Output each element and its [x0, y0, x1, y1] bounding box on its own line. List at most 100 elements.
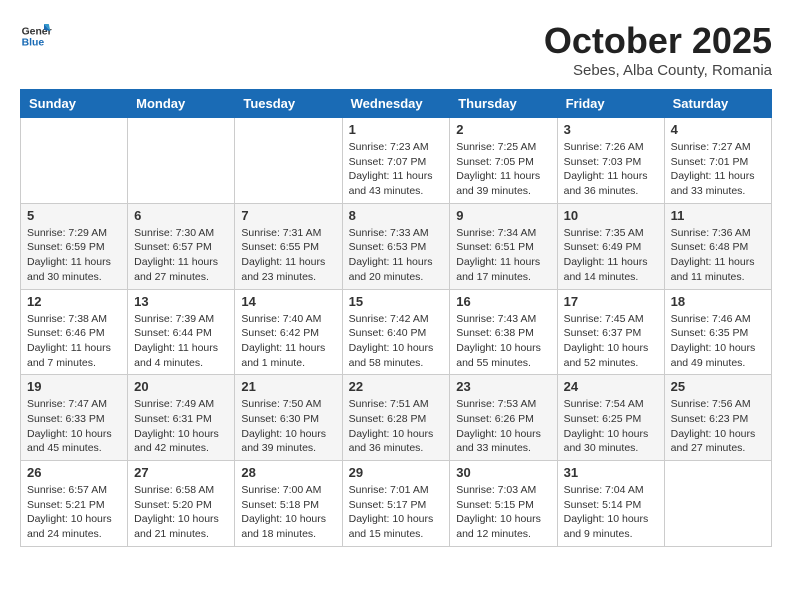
day-cell: 25 Sunrise: 7:56 AM Sunset: 6:23 PM Dayli…: [664, 375, 771, 461]
week-row-5: 26 Sunrise: 6:57 AM Sunset: 5:21 PM Dayli…: [21, 461, 772, 547]
day-number: 29: [349, 465, 444, 480]
week-row-3: 12 Sunrise: 7:38 AM Sunset: 6:46 PM Dayli…: [21, 289, 772, 375]
day-info: Sunrise: 7:40 AM Sunset: 6:42 PM Dayligh…: [241, 312, 335, 371]
day-info: Sunrise: 7:53 AM Sunset: 6:26 PM Dayligh…: [456, 397, 550, 456]
day-cell: 30 Sunrise: 7:03 AM Sunset: 5:15 PM Dayli…: [450, 461, 557, 547]
weekday-header-wednesday: Wednesday: [342, 90, 450, 118]
day-cell: 29 Sunrise: 7:01 AM Sunset: 5:17 PM Dayli…: [342, 461, 450, 547]
day-number: 18: [671, 294, 765, 309]
day-number: 25: [671, 379, 765, 394]
day-cell: 11 Sunrise: 7:36 AM Sunset: 6:48 PM Dayli…: [664, 203, 771, 289]
day-cell: 12 Sunrise: 7:38 AM Sunset: 6:46 PM Dayli…: [21, 289, 128, 375]
day-info: Sunrise: 7:01 AM Sunset: 5:17 PM Dayligh…: [349, 483, 444, 542]
day-number: 22: [349, 379, 444, 394]
month-title: October 2025: [544, 20, 772, 62]
day-number: 26: [27, 465, 121, 480]
day-info: Sunrise: 7:46 AM Sunset: 6:35 PM Dayligh…: [671, 312, 765, 371]
day-info: Sunrise: 7:00 AM Sunset: 5:18 PM Dayligh…: [241, 483, 335, 542]
day-cell: 10Sunrise: 7:35 AM Sunset: 6:49 PM Dayli…: [557, 203, 664, 289]
day-number: 2: [456, 122, 550, 137]
day-number: 4: [671, 122, 765, 137]
day-cell: 24 Sunrise: 7:54 AM Sunset: 6:25 PM Dayli…: [557, 375, 664, 461]
location-title: Sebes, Alba County, Romania: [544, 62, 772, 79]
day-info: Sunrise: 7:31 AM Sunset: 6:55 PM Dayligh…: [241, 226, 335, 285]
day-cell: 26 Sunrise: 6:57 AM Sunset: 5:21 PM Dayli…: [21, 461, 128, 547]
day-number: 17: [564, 294, 658, 309]
day-info: Sunrise: 7:38 AM Sunset: 6:46 PM Dayligh…: [27, 312, 121, 371]
day-cell: 9 Sunrise: 7:34 AM Sunset: 6:51 PM Daylig…: [450, 203, 557, 289]
day-info: Sunrise: 7:49 AM Sunset: 6:31 PM Dayligh…: [134, 397, 228, 456]
day-cell: 14Sunrise: 7:40 AM Sunset: 6:42 PM Dayli…: [235, 289, 342, 375]
day-info: Sunrise: 7:04 AM Sunset: 5:14 PM Dayligh…: [564, 483, 658, 542]
day-number: 30: [456, 465, 550, 480]
day-number: 5: [27, 208, 121, 223]
day-number: 21: [241, 379, 335, 394]
day-number: 8: [349, 208, 444, 223]
day-info: Sunrise: 7:42 AM Sunset: 6:40 PM Dayligh…: [349, 312, 444, 371]
day-info: Sunrise: 7:33 AM Sunset: 6:53 PM Dayligh…: [349, 226, 444, 285]
day-info: Sunrise: 7:30 AM Sunset: 6:57 PM Dayligh…: [134, 226, 228, 285]
day-cell: 1Sunrise: 7:23 AM Sunset: 7:07 PM Daylig…: [342, 118, 450, 204]
day-number: 15: [349, 294, 444, 309]
day-number: 9: [456, 208, 550, 223]
day-cell: 8 Sunrise: 7:33 AM Sunset: 6:53 PM Daylig…: [342, 203, 450, 289]
day-info: Sunrise: 7:43 AM Sunset: 6:38 PM Dayligh…: [456, 312, 550, 371]
day-number: 16: [456, 294, 550, 309]
day-number: 13: [134, 294, 228, 309]
day-cell: 5 Sunrise: 7:29 AM Sunset: 6:59 PM Daylig…: [21, 203, 128, 289]
day-number: 11: [671, 208, 765, 223]
day-info: Sunrise: 7:03 AM Sunset: 5:15 PM Dayligh…: [456, 483, 550, 542]
day-cell: 7 Sunrise: 7:31 AM Sunset: 6:55 PM Daylig…: [235, 203, 342, 289]
day-cell: 3Sunrise: 7:26 AM Sunset: 7:03 PM Daylig…: [557, 118, 664, 204]
day-info: Sunrise: 6:57 AM Sunset: 5:21 PM Dayligh…: [27, 483, 121, 542]
day-info: Sunrise: 7:35 AM Sunset: 6:49 PM Dayligh…: [564, 226, 658, 285]
day-info: Sunrise: 7:39 AM Sunset: 6:44 PM Dayligh…: [134, 312, 228, 371]
day-cell: 20 Sunrise: 7:49 AM Sunset: 6:31 PM Dayli…: [128, 375, 235, 461]
calendar-table: SundayMondayTuesdayWednesdayThursdayFrid…: [20, 89, 772, 547]
weekday-header-friday: Friday: [557, 90, 664, 118]
day-number: 12: [27, 294, 121, 309]
page-header: General Blue October 2025 Sebes, Alba Co…: [20, 20, 772, 79]
weekday-header-monday: Monday: [128, 90, 235, 118]
day-info: Sunrise: 7:29 AM Sunset: 6:59 PM Dayligh…: [27, 226, 121, 285]
day-info: Sunrise: 7:27 AM Sunset: 7:01 PM Dayligh…: [671, 140, 765, 199]
day-info: Sunrise: 7:51 AM Sunset: 6:28 PM Dayligh…: [349, 397, 444, 456]
day-info: Sunrise: 7:47 AM Sunset: 6:33 PM Dayligh…: [27, 397, 121, 456]
day-number: 6: [134, 208, 228, 223]
day-cell: 22 Sunrise: 7:51 AM Sunset: 6:28 PM Dayli…: [342, 375, 450, 461]
day-info: Sunrise: 7:56 AM Sunset: 6:23 PM Dayligh…: [671, 397, 765, 456]
day-cell: 28 Sunrise: 7:00 AM Sunset: 5:18 PM Dayli…: [235, 461, 342, 547]
day-info: Sunrise: 7:26 AM Sunset: 7:03 PM Dayligh…: [564, 140, 658, 199]
day-cell: 4 Sunrise: 7:27 AM Sunset: 7:01 PM Daylig…: [664, 118, 771, 204]
svg-text:Blue: Blue: [22, 38, 45, 49]
day-number: 27: [134, 465, 228, 480]
day-cell: 16 Sunrise: 7:43 AM Sunset: 6:38 PM Dayli…: [450, 289, 557, 375]
weekday-header-row: SundayMondayTuesdayWednesdayThursdayFrid…: [21, 90, 772, 118]
day-number: 24: [564, 379, 658, 394]
day-number: 7: [241, 208, 335, 223]
day-number: 31: [564, 465, 658, 480]
day-info: Sunrise: 7:36 AM Sunset: 6:48 PM Dayligh…: [671, 226, 765, 285]
day-cell: 2 Sunrise: 7:25 AM Sunset: 7:05 PM Daylig…: [450, 118, 557, 204]
day-number: 20: [134, 379, 228, 394]
day-cell: [21, 118, 128, 204]
day-cell: [664, 461, 771, 547]
day-cell: 17 Sunrise: 7:45 AM Sunset: 6:37 PM Dayli…: [557, 289, 664, 375]
day-info: Sunrise: 7:45 AM Sunset: 6:37 PM Dayligh…: [564, 312, 658, 371]
day-number: 19: [27, 379, 121, 394]
day-cell: 31 Sunrise: 7:04 AM Sunset: 5:14 PM Dayli…: [557, 461, 664, 547]
weekday-header-saturday: Saturday: [664, 90, 771, 118]
logo: General Blue: [20, 20, 52, 52]
day-info: Sunrise: 7:25 AM Sunset: 7:05 PM Dayligh…: [456, 140, 550, 199]
day-number: 1: [349, 122, 444, 137]
day-cell: [235, 118, 342, 204]
day-cell: 13 Sunrise: 7:39 AM Sunset: 6:44 PM Dayli…: [128, 289, 235, 375]
day-info: Sunrise: 7:54 AM Sunset: 6:25 PM Dayligh…: [564, 397, 658, 456]
weekday-header-thursday: Thursday: [450, 90, 557, 118]
day-cell: 15 Sunrise: 7:42 AM Sunset: 6:40 PM Dayli…: [342, 289, 450, 375]
week-row-1: 1Sunrise: 7:23 AM Sunset: 7:07 PM Daylig…: [21, 118, 772, 204]
day-number: 28: [241, 465, 335, 480]
week-row-4: 19 Sunrise: 7:47 AM Sunset: 6:33 PM Dayli…: [21, 375, 772, 461]
weekday-header-sunday: Sunday: [21, 90, 128, 118]
day-info: Sunrise: 7:34 AM Sunset: 6:51 PM Dayligh…: [456, 226, 550, 285]
